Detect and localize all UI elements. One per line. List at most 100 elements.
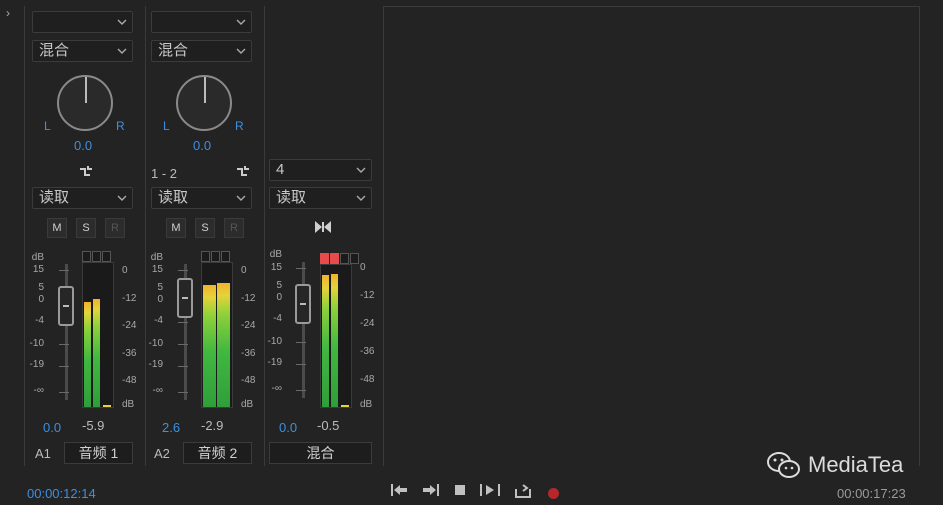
track-a1-mode-dropdown[interactable]: 混合 <box>32 40 133 62</box>
track-a1-automation-dropdown[interactable]: 读取 <box>32 187 133 209</box>
meter-scale-label: -48 <box>360 374 375 385</box>
track-a2-meter-right <box>217 283 230 407</box>
track-a1-peak-value: -5.9 <box>82 418 105 433</box>
scale-db-label: dB <box>150 252 163 263</box>
current-time[interactable]: 00:00:12:14 <box>27 486 96 501</box>
track-a1-pan-value[interactable]: 0.0 <box>74 138 92 153</box>
master-meter <box>320 264 352 408</box>
track-a2-volume-fader[interactable] <box>177 278 193 318</box>
track-a2-route-label: 1 - 2 <box>151 166 178 181</box>
master-track: 4 读取 dB 15 5 0 -4 -10 -19 -∞ 0 -12 -24 -… <box>264 6 381 466</box>
track-a2-peak-value: -2.9 <box>201 418 224 433</box>
panel-right-border <box>919 6 920 466</box>
track-a2-mode-dropdown[interactable]: 混合 <box>151 40 252 62</box>
scale-label: -19 <box>148 359 163 370</box>
watermark: MediaTea <box>766 450 903 480</box>
master-name[interactable]: 混合 <box>269 442 372 464</box>
scale-db-label: dB <box>31 252 44 263</box>
track-a1-meter <box>82 262 114 408</box>
track-a1-mode: 混合 <box>39 42 70 59</box>
meter-scale-label: -12 <box>360 290 375 301</box>
master-channel-dropdown[interactable]: 4 <box>269 159 372 181</box>
scale-db-label: dB <box>269 249 282 260</box>
fader-track <box>65 264 68 400</box>
go-to-out-button[interactable] <box>419 483 441 503</box>
track-a1: 混合 L R 0.0 读取 M S R dB 15 5 0 -4 -10 -19… <box>26 6 143 466</box>
panel-top-border <box>383 6 919 7</box>
scale-label: -∞ <box>271 383 282 394</box>
scale-label: -10 <box>267 336 282 347</box>
track-a1-meter-left <box>84 302 91 407</box>
master-volume-value[interactable]: 0.0 <box>279 420 297 435</box>
scale-label: 5 <box>276 280 282 291</box>
track-a2-pan-knob[interactable] <box>176 75 232 131</box>
stop-icon <box>455 485 465 495</box>
track-a1-volume-value[interactable]: 0.0 <box>43 420 61 435</box>
master-meter-left <box>322 275 329 407</box>
track-a1-solo-button[interactable]: S <box>76 218 96 238</box>
chevron-down-icon <box>117 195 127 201</box>
track-separator <box>383 6 384 466</box>
track-a2: 混合 L R 0.0 1 - 2 读取 M S R dB 15 5 0 -4 -… <box>145 6 262 466</box>
scale-label: -∞ <box>152 385 163 396</box>
scale-label: 15 <box>32 264 44 275</box>
clip-indicators[interactable] <box>320 253 360 264</box>
chevron-down-icon <box>117 48 127 54</box>
go-to-in-button[interactable] <box>389 483 411 503</box>
track-a2-mode: 混合 <box>158 42 189 59</box>
master-automation-dropdown[interactable]: 读取 <box>269 187 372 209</box>
track-a2-automation-dropdown[interactable]: 读取 <box>151 187 252 209</box>
master-peak-value: -0.5 <box>317 418 340 433</box>
play-in-to-out-button[interactable] <box>479 483 501 503</box>
clip-indicators[interactable] <box>201 251 231 262</box>
clip-indicators[interactable] <box>82 251 112 262</box>
stop-button[interactable] <box>449 483 471 503</box>
master-volume-fader[interactable] <box>295 284 311 324</box>
track-a1-effect-selector[interactable] <box>32 11 133 33</box>
scale-label: 0 <box>38 294 44 305</box>
scale-label: -19 <box>267 357 282 368</box>
pan-right-label: R <box>235 119 244 133</box>
meter-scale-label: dB <box>241 399 254 410</box>
fader-track <box>302 262 305 398</box>
track-a1-meter-right <box>93 299 100 407</box>
track-a1-record-button[interactable]: R <box>105 218 125 238</box>
bow-tie-icon[interactable] <box>314 220 332 234</box>
loop-button[interactable] <box>512 483 534 503</box>
master-meter-right <box>331 274 338 407</box>
track-a2-name[interactable]: 音频 2 <box>183 442 252 464</box>
pan-left-label: L <box>163 119 170 133</box>
scale-label: 0 <box>157 294 163 305</box>
track-a1-mute-button[interactable]: M <box>47 218 67 238</box>
track-a2-mute-button[interactable]: M <box>166 218 186 238</box>
chevron-down-icon <box>236 19 246 25</box>
scale-label: 5 <box>157 282 163 293</box>
meter-scale-label: -36 <box>360 346 375 357</box>
chevron-down-icon <box>356 167 366 173</box>
route-icon[interactable] <box>78 164 94 180</box>
panel-expand-icon[interactable]: › <box>6 6 18 20</box>
loop-icon <box>515 484 531 498</box>
track-a1-id: A1 <box>35 446 51 461</box>
scale-label: 0 <box>276 292 282 303</box>
track-a1-volume-fader[interactable] <box>58 286 74 326</box>
track-a2-solo-button[interactable]: S <box>195 218 215 238</box>
track-a2-record-button[interactable]: R <box>224 218 244 238</box>
track-a1-pan-knob[interactable] <box>57 75 113 131</box>
meter-scale-label: dB <box>122 399 135 410</box>
route-icon[interactable] <box>235 164 251 180</box>
go-to-in-icon <box>391 484 407 496</box>
record-button[interactable] <box>548 488 559 499</box>
play-in-to-out-icon <box>480 484 500 496</box>
track-a2-effect-selector[interactable] <box>151 11 252 33</box>
scale-label: 15 <box>151 264 163 275</box>
track-a2-pan-value[interactable]: 0.0 <box>193 138 211 153</box>
scale-label: -4 <box>154 315 163 326</box>
scale-label: -4 <box>35 315 44 326</box>
scale-label: -10 <box>29 338 44 349</box>
scale-label: 5 <box>38 282 44 293</box>
track-a2-id: A2 <box>154 446 170 461</box>
track-a2-volume-value[interactable]: 2.6 <box>162 420 180 435</box>
scale-label: 15 <box>270 262 282 273</box>
track-a1-name[interactable]: 音频 1 <box>64 442 133 464</box>
